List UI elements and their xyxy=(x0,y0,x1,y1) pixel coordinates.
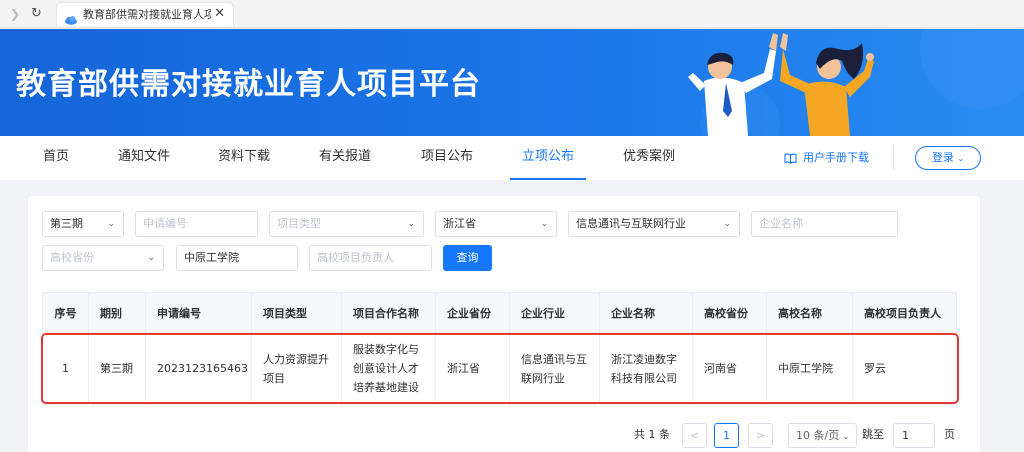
page-size-select[interactable]: 10 条/页 ⌄ xyxy=(788,423,857,448)
application-no-placeholder: 申请编号 xyxy=(143,217,187,230)
company-name-input[interactable]: 企业名称 xyxy=(751,211,898,237)
chevron-down-icon: ⌄ xyxy=(723,219,731,229)
company-name-placeholder: 企业名称 xyxy=(759,217,803,230)
jump-page-input[interactable]: 1 xyxy=(893,423,935,448)
page-unit-label: 页 xyxy=(944,428,955,441)
school-leader-placeholder: 高校项目负责人 xyxy=(317,251,394,264)
table-cell: 2023123165463 xyxy=(145,332,252,405)
col-header: 高校省份 xyxy=(692,292,767,333)
industry-value: 信息通讯与互联网行业 xyxy=(576,217,686,230)
reload-icon[interactable]: ↻ xyxy=(31,6,42,22)
chevron-down-icon: ⌄ xyxy=(842,432,850,441)
table-header-row: 序号 期别 申请编号 项目类型 项目合作名称 企业省份 企业行业 企业名称 高校… xyxy=(42,292,957,333)
main-nav: 首页 通知文件 资料下载 有关报道 项目公布 立项公布 优秀案例 用户手册下载 … xyxy=(0,136,1024,180)
table-cell: 中原工学院 xyxy=(766,332,853,405)
school-name-input[interactable]: 中原工学院 xyxy=(176,245,298,271)
table-cell: 1 xyxy=(42,332,89,405)
chevron-down-icon: ⌄ xyxy=(147,253,155,263)
col-header: 企业行业 xyxy=(509,292,600,333)
nav-item-project-list[interactable]: 项目公布 xyxy=(421,136,473,180)
table-cell: 服装数字化与创意设计人才培养基地建设 xyxy=(341,332,436,405)
col-header: 项目合作名称 xyxy=(341,292,436,333)
tab-title: 教育部供需对接就业育人项目 xyxy=(83,8,211,21)
nav-item-approved-list[interactable]: 立项公布 xyxy=(510,136,587,180)
browser-tab[interactable]: 教育部供需对接就业育人项目 ✕ xyxy=(56,2,234,26)
project-type-placeholder: 项目类型 xyxy=(277,217,321,230)
nav-item-home[interactable]: 首页 xyxy=(43,136,69,180)
browser-tab-strip: ❯ ↻ 教育部供需对接就业育人项目 ✕ xyxy=(0,0,1024,28)
table-cell: 浙江省 xyxy=(435,332,510,405)
nav-item-notices[interactable]: 通知文件 xyxy=(118,136,170,180)
school-name-value: 中原工学院 xyxy=(184,251,239,264)
query-button[interactable]: 查询 xyxy=(443,245,492,271)
cloud-icon xyxy=(64,10,78,29)
period-value: 第三期 xyxy=(50,217,83,230)
book-icon xyxy=(784,153,797,164)
col-header: 项目类型 xyxy=(251,292,342,333)
forward-icon[interactable]: ❯ xyxy=(10,6,20,22)
company-province-value: 浙江省 xyxy=(443,217,476,230)
chevron-down-icon: ⌄ xyxy=(107,219,115,229)
next-page-button[interactable]: > xyxy=(748,423,773,448)
table-cell: 罗云 xyxy=(852,332,957,405)
col-header: 申请编号 xyxy=(145,292,252,333)
col-header: 高校名称 xyxy=(766,292,853,333)
table-cell: 信息通讯与互联网行业 xyxy=(509,332,600,405)
nav-item-cases[interactable]: 优秀案例 xyxy=(623,136,675,180)
table-row[interactable]: 1 第三期 2023123165463 人力资源提升项目 服装数字化与创意设计人… xyxy=(42,332,957,405)
nav-divider xyxy=(893,146,894,170)
high-five-illustration xyxy=(688,29,1024,136)
chevron-down-icon: ⌄ xyxy=(407,219,415,229)
results-table: 序号 期别 申请编号 项目类型 项目合作名称 企业省份 企业行业 企业名称 高校… xyxy=(42,292,957,405)
login-button[interactable]: 登录 ⌄ xyxy=(915,146,981,170)
col-header: 高校项目负责人 xyxy=(852,292,957,333)
close-icon[interactable]: ✕ xyxy=(214,6,225,22)
col-header: 期别 xyxy=(88,292,146,333)
page-number-1[interactable]: 1 xyxy=(714,423,739,448)
col-header: 企业省份 xyxy=(435,292,510,333)
nav-item-reports[interactable]: 有关报道 xyxy=(319,136,371,180)
school-province-placeholder: 高校省份 xyxy=(50,251,94,264)
prev-page-button[interactable]: < xyxy=(682,423,707,448)
period-select[interactable]: 第三期 ⌄ xyxy=(42,211,124,237)
pagination-total: 共 1 条 xyxy=(634,428,670,441)
school-leader-input[interactable]: 高校项目负责人 xyxy=(309,245,432,271)
industry-select[interactable]: 信息通讯与互联网行业 ⌄ xyxy=(568,211,740,237)
table-cell: 浙江凌迪数字科技有限公司 xyxy=(599,332,693,405)
col-header: 企业名称 xyxy=(599,292,693,333)
nav-item-downloads[interactable]: 资料下载 xyxy=(218,136,270,180)
chevron-down-icon: ⌄ xyxy=(540,219,548,229)
page-size-value: 10 条/页 xyxy=(796,429,840,442)
application-no-input[interactable]: 申请编号 xyxy=(135,211,258,237)
jump-label: 跳至 xyxy=(862,428,884,441)
company-province-select[interactable]: 浙江省 ⌄ xyxy=(435,211,557,237)
banner-title: 教育部供需对接就业育人项目平台 xyxy=(16,67,481,102)
site-banner: 教育部供需对接就业育人项目平台 xyxy=(0,29,1024,136)
manual-download-link[interactable]: 用户手册下载 xyxy=(784,150,869,166)
school-province-select[interactable]: 高校省份 ⌄ xyxy=(42,245,164,271)
table-cell: 人力资源提升项目 xyxy=(251,332,342,405)
chevron-down-icon: ⌄ xyxy=(957,154,965,163)
table-cell: 第三期 xyxy=(88,332,146,405)
manual-download-label: 用户手册下载 xyxy=(803,151,869,164)
login-label: 登录 xyxy=(931,151,954,164)
col-header: 序号 xyxy=(42,292,89,333)
project-type-select[interactable]: 项目类型 ⌄ xyxy=(269,211,424,237)
table-cell: 河南省 xyxy=(692,332,767,405)
